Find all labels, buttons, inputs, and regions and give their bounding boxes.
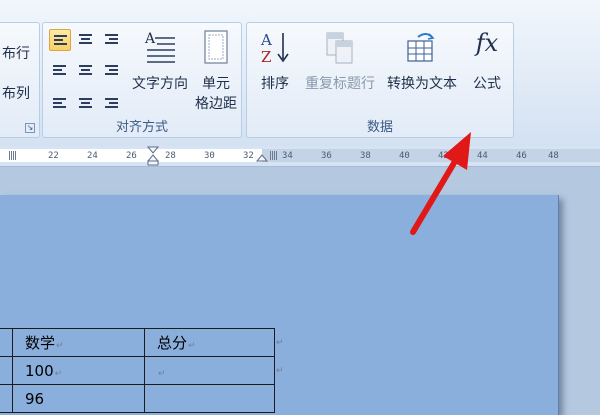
align-bottom-center-button[interactable] bbox=[75, 89, 97, 111]
align-top-center-button[interactable] bbox=[75, 29, 97, 51]
table-cell[interactable] bbox=[0, 384, 13, 413]
align-middle-left-button[interactable] bbox=[49, 59, 71, 81]
ruler-tick: 36 bbox=[321, 151, 332, 161]
alignment-group-label: 对齐方式 bbox=[115, 120, 168, 135]
document-table[interactable]: 数学↵ 总分↵ 100↵ ↵ 96 bbox=[0, 328, 275, 413]
ruler-tick: 22 bbox=[48, 151, 59, 161]
distribute-rows-button[interactable]: 布行 bbox=[2, 43, 30, 63]
convert-to-text-label: 转换为文本 bbox=[387, 76, 457, 92]
data-group: A Z 排序 重复标题行 转换为文本 fx 公式 数据 bbox=[246, 22, 514, 138]
align-bottom-right-button[interactable] bbox=[101, 89, 123, 111]
svg-text:A: A bbox=[260, 31, 272, 49]
right-indent-marker-icon[interactable] bbox=[256, 146, 268, 166]
table-cell[interactable] bbox=[144, 384, 275, 413]
table-row: 数学↵ 总分↵ bbox=[0, 328, 275, 357]
table-cell[interactable]: ↵ bbox=[144, 356, 275, 385]
dialog-launcher-icon[interactable]: ↘ bbox=[25, 123, 35, 133]
ruler-tick: 26 bbox=[126, 151, 137, 161]
align-top-left-button[interactable] bbox=[49, 29, 71, 51]
convert-to-text-icon bbox=[407, 33, 435, 62]
svg-text:Z: Z bbox=[261, 48, 271, 65]
ruler-column-marker-icon[interactable] bbox=[9, 151, 17, 160]
table-cell[interactable]: 96 bbox=[12, 384, 145, 413]
text-direction-icon: A bbox=[144, 31, 175, 63]
repeat-header-label: 重复标题行 bbox=[305, 76, 375, 92]
ruler-tick: 24 bbox=[87, 151, 98, 161]
align-bottom-left-button[interactable] bbox=[49, 89, 71, 111]
table-row: 100↵ ↵ bbox=[0, 356, 275, 385]
indent-marker-icon[interactable] bbox=[147, 146, 159, 166]
ruler-column-marker-icon[interactable] bbox=[270, 151, 278, 160]
ruler-tick: 32 bbox=[243, 151, 254, 161]
table-cell[interactable] bbox=[0, 356, 13, 385]
align-top-right-button[interactable] bbox=[101, 29, 123, 51]
table-cell[interactable]: 总分↵ bbox=[144, 328, 275, 357]
row-end-mark: ↵ bbox=[276, 338, 284, 348]
align-middle-center-button[interactable] bbox=[75, 59, 97, 81]
svg-text:A: A bbox=[144, 31, 156, 47]
cell-margins-label-2: 格边距 bbox=[195, 96, 237, 112]
repeat-header-icon bbox=[326, 32, 353, 64]
ruler-tick: 30 bbox=[204, 151, 215, 161]
table-row: 96 bbox=[0, 384, 275, 413]
ribbon: 布行 布列 ↘ A 文字方向 单元 格边距 对齐方式 A Z 排序 重复标题行 … bbox=[0, 0, 600, 147]
partial-rows-columns-group: 布行 布列 ↘ bbox=[0, 22, 40, 138]
sort-az-icon: A Z bbox=[260, 31, 289, 65]
ruler-tick: 46 bbox=[516, 151, 527, 161]
annotation-arrow-icon bbox=[410, 132, 471, 235]
table-cell[interactable] bbox=[0, 328, 13, 357]
ruler-tick: 34 bbox=[282, 151, 293, 161]
sort-label: 排序 bbox=[261, 76, 289, 92]
table-cell[interactable]: 100↵ bbox=[12, 356, 145, 385]
alignment-group: A 文字方向 单元 格边距 对齐方式 bbox=[42, 22, 242, 138]
cell-margins-icon bbox=[204, 30, 228, 64]
formula-label: 公式 bbox=[473, 76, 501, 92]
ruler-tick: 48 bbox=[548, 151, 559, 161]
ruler-tick: 38 bbox=[360, 151, 371, 161]
row-end-mark: ↵ bbox=[276, 366, 284, 376]
formula-fx-icon: fx bbox=[475, 29, 499, 57]
distribute-columns-button[interactable]: 布列 bbox=[2, 83, 30, 103]
table-cell[interactable]: 数学↵ bbox=[12, 328, 145, 357]
horizontal-ruler[interactable]: 22 24 26 28 30 32 34 36 38 40 42 44 46 4… bbox=[0, 146, 600, 167]
ruler-tick: 28 bbox=[165, 151, 176, 161]
cell-margins-label-1: 单元 bbox=[202, 76, 230, 92]
text-direction-label: 文字方向 bbox=[132, 76, 188, 92]
align-middle-right-button[interactable] bbox=[101, 59, 123, 81]
